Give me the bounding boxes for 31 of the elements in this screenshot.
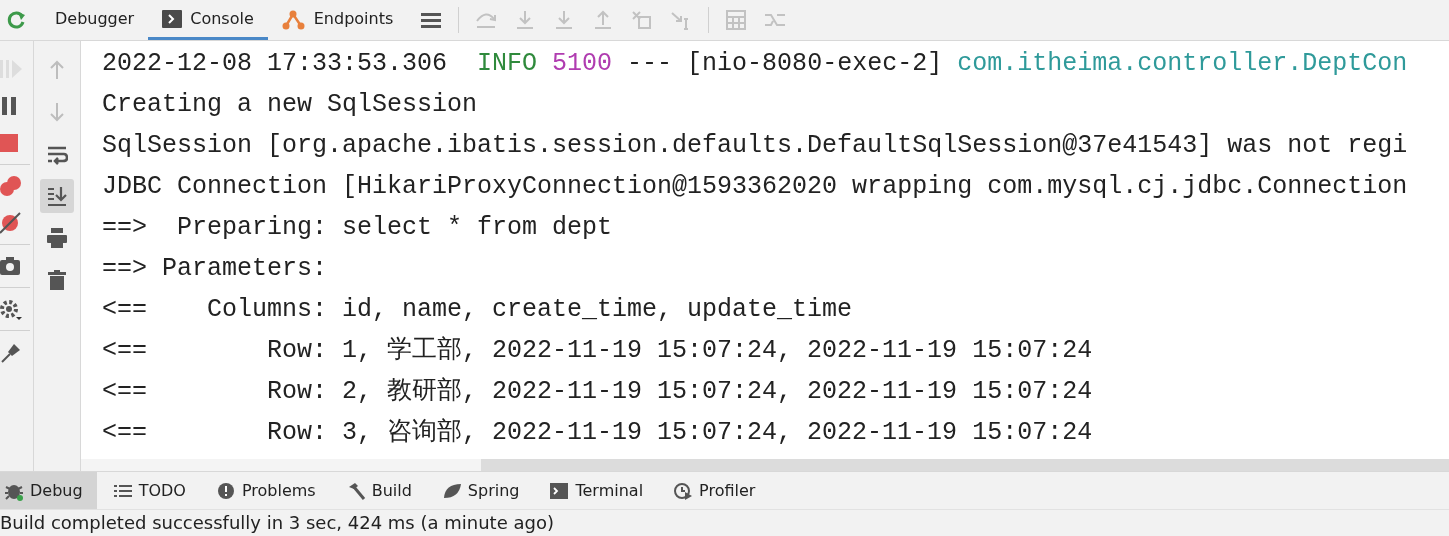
tool-window-tab[interactable]: Spring <box>437 472 534 509</box>
console-line: ==> Parameters: <box>102 253 329 285</box>
console-line: <== Row: 2, 教研部, 2022-11-19 15:07:24, 2022-11-19 15:07:24 <box>102 376 1094 408</box>
console-icon <box>162 9 183 28</box>
terminal-icon <box>549 480 570 501</box>
breakpoints-icon[interactable] <box>0 174 22 198</box>
console-line: <== Row: 3, 咨询部, 2022-11-19 15:07:24, 2022-11-19 15:07:24 <box>102 417 1094 449</box>
alert-icon <box>215 480 236 501</box>
console-line: <== Row: 1, 学工部, 2022-11-19 15:07:24, 2022-11-19 15:07:24 <box>102 335 1094 367</box>
console-line: ==> Preparing: select * from dept <box>102 212 614 244</box>
tool-window-tab[interactable]: Profiler <box>669 472 770 509</box>
settings-icon[interactable] <box>0 297 22 321</box>
tool-window-tab[interactable]: Build <box>341 472 426 509</box>
scrollbar-thumb[interactable] <box>481 459 1449 471</box>
console-line: JDBC Connection [HikariProxyConnection@1593362020 wrapping com.mysql.cj.jdbc.Connection <box>102 171 1409 203</box>
console-line: <== Columns: id, name, create_time, update_time <box>102 294 854 326</box>
tool-window-tab[interactable]: TODO <box>108 472 200 509</box>
tab[interactable]: Endpoints <box>267 0 408 40</box>
console-line: SqlSession [org.apache.ibatis.session.defaults.DefaultSqlSession@37e41543] was not regi <box>102 130 1409 162</box>
tool-window-tab[interactable]: Terminal <box>545 472 658 509</box>
status-message: Build completed successfully in 3 sec, 424 ms (a minute ago) <box>0 511 555 535</box>
tool-window-tab[interactable]: Problems <box>211 472 330 509</box>
console-line: 2022-12-08 17:33:53.306 INFO 5100 --- [nio-8080-exec-2] com.itheima.controller.DeptCon <box>102 48 1409 80</box>
tab[interactable]: Debugger <box>41 0 149 40</box>
profiler-icon <box>673 480 694 501</box>
rerun-icon[interactable] <box>6 10 27 30</box>
mute-breakpoints-icon[interactable] <box>0 211 22 235</box>
console-line: Creating a new SqlSession <box>102 89 479 121</box>
scroll-to-end-icon[interactable] <box>40 179 74 213</box>
tool-window-tab[interactable]: Debug <box>0 472 97 509</box>
camera-icon[interactable] <box>0 254 22 278</box>
